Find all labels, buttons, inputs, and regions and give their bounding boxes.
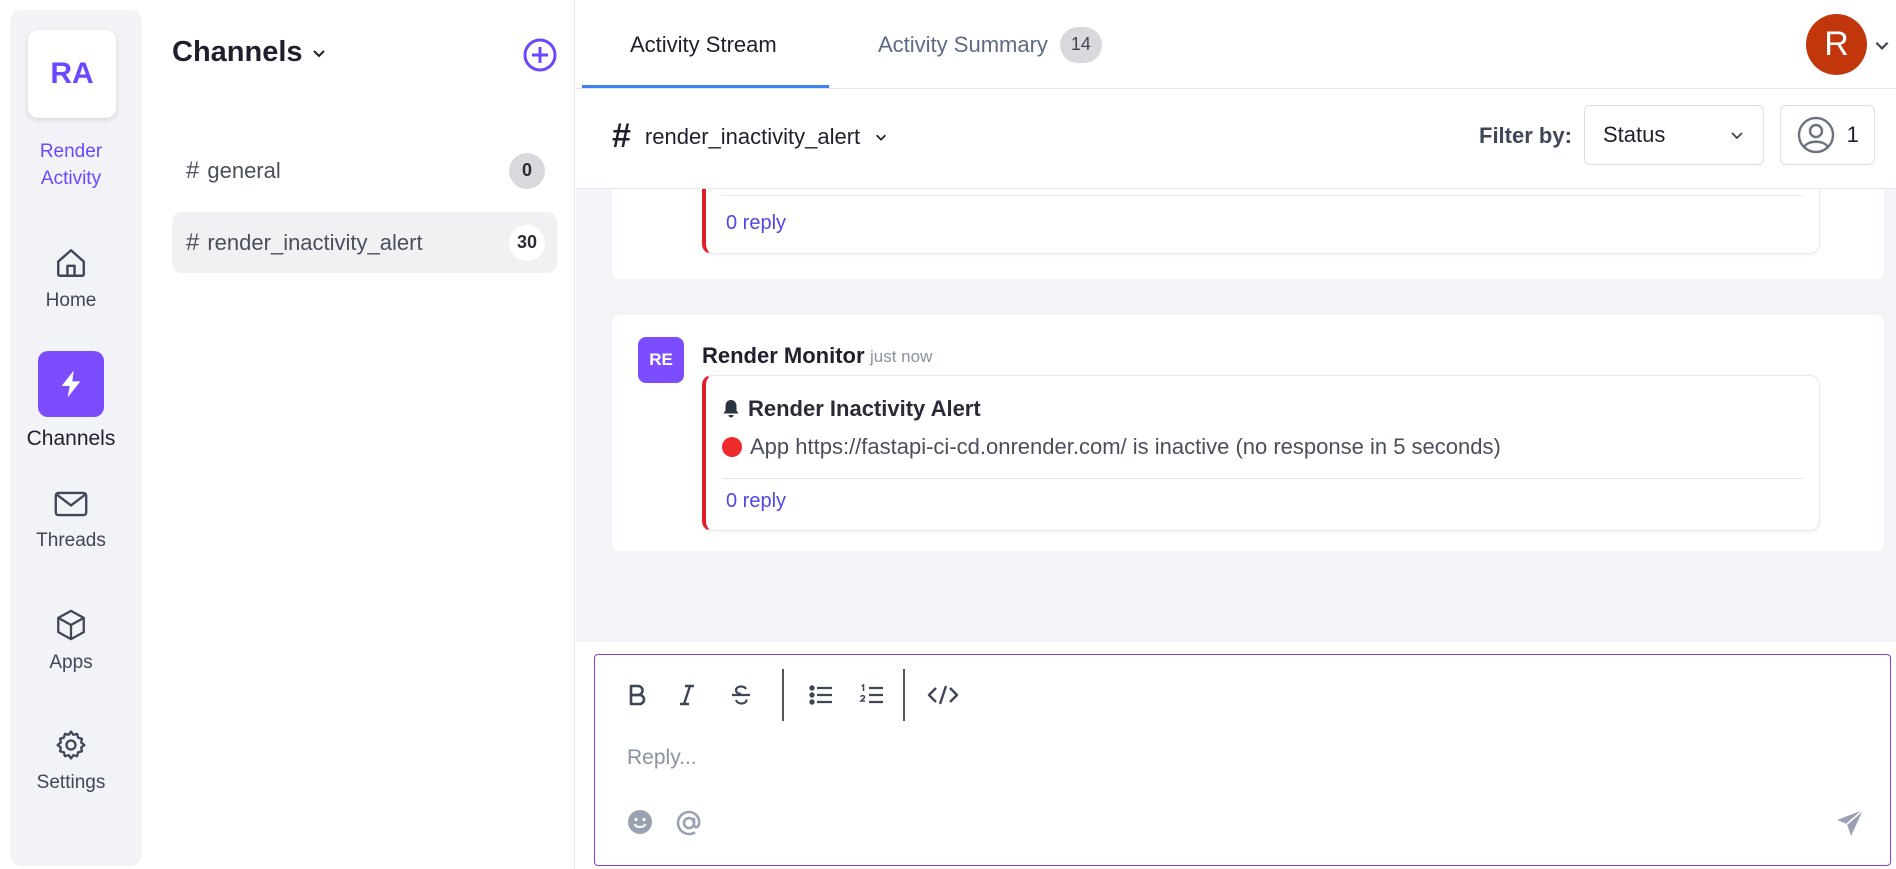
numbered-list-icon <box>859 683 883 704</box>
code-icon <box>927 685 959 705</box>
numbered-list-button[interactable] <box>854 677 890 713</box>
workspace-name: Render Activity <box>10 138 132 192</box>
mention-icon[interactable] <box>675 809 703 837</box>
bullet-list-icon <box>809 685 832 705</box>
workspace-name-line1: Render <box>39 141 103 162</box>
workspace-logo[interactable]: RA <box>28 30 116 118</box>
red-circle-icon <box>722 437 742 457</box>
mail-icon <box>54 491 88 517</box>
channels-panel: Channels # general 0 # render_inactivity… <box>142 0 575 869</box>
nav-home-label: Home <box>45 290 97 311</box>
message-card: RE Render Monitor just now Render Inacti… <box>612 315 1884 551</box>
bold-icon <box>629 684 646 706</box>
alert-title-row: Render Inactivity Alert <box>722 396 981 422</box>
channel-header: # render_inactivity_alert Filter by: Sta… <box>576 89 1896 189</box>
channel-item-render-inactivity-alert[interactable]: # render_inactivity_alert 30 <box>172 212 557 273</box>
add-channel-icon[interactable] <box>522 37 558 73</box>
current-channel-selector[interactable]: # render_inactivity_alert <box>612 117 888 156</box>
italic-button[interactable] <box>669 677 705 713</box>
strikethrough-button[interactable] <box>723 677 759 713</box>
hash-icon: # <box>612 117 631 155</box>
card-divider <box>722 478 1803 479</box>
send-icon[interactable] <box>1835 808 1865 838</box>
nav-apps-label: Apps <box>49 652 93 673</box>
hash-icon: # <box>186 228 200 256</box>
reply-count-link[interactable]: 0 reply <box>726 212 786 235</box>
bullet-list-button[interactable] <box>803 677 839 713</box>
channel-count-badge: 0 <box>509 152 545 189</box>
app-rail: RA Render Activity Home Channels Threads <box>10 10 142 866</box>
alert-card: Render Inactivity Alert App https://fast… <box>702 375 1820 531</box>
active-tab-indicator <box>582 85 829 88</box>
nav-channels-active-box <box>38 351 104 417</box>
nav-settings-label: Settings <box>36 772 106 793</box>
sender-avatar: RE <box>638 337 684 383</box>
tab-bar: Activity Stream Activity Summary 14 R <box>576 0 1896 89</box>
nav-channels-label: Channels <box>26 427 116 450</box>
alert-title: Render Inactivity Alert <box>748 396 981 421</box>
user-avatar-initial: R <box>1824 25 1849 63</box>
message-timestamp: just now <box>870 347 933 366</box>
message-card: 0 reply <box>612 189 1884 279</box>
toolbar-separator <box>903 669 905 721</box>
home-icon <box>57 249 85 277</box>
tab-activity-summary[interactable]: Activity Summary 14 <box>878 0 1102 89</box>
italic-icon <box>680 684 694 706</box>
chevron-down-icon <box>876 134 887 141</box>
activity-stream[interactable]: 0 reply RE Render Monitor just now Rende… <box>576 189 1896 642</box>
user-avatar[interactable]: R <box>1806 14 1867 75</box>
status-filter-value: Status <box>1603 122 1666 147</box>
status-filter-select[interactable]: Status <box>1584 105 1764 165</box>
tab-activity-stream[interactable]: Activity Stream <box>630 0 777 89</box>
bold-button[interactable] <box>619 677 655 713</box>
chevron-down-icon <box>1731 132 1743 140</box>
lightning-icon <box>61 370 81 398</box>
hash-icon: # <box>186 156 200 184</box>
channels-title-dropdown[interactable]: Channels <box>172 36 327 69</box>
alert-card: 0 reply <box>702 189 1820 254</box>
alert-body-row: App https://fastapi-ci-cd.onrender.com/ … <box>722 434 1501 460</box>
channel-name: general <box>207 157 281 183</box>
members-button[interactable]: 1 <box>1780 105 1875 165</box>
tab-activity-stream-label: Activity Stream <box>630 31 777 57</box>
emoji-icon[interactable] <box>627 809 653 835</box>
tab-activity-summary-label: Activity Summary <box>878 31 1048 57</box>
reply-editor <box>594 654 1891 866</box>
nav-apps[interactable]: Apps <box>10 608 132 674</box>
chevron-down-icon[interactable] <box>1873 36 1891 54</box>
nav-home[interactable]: Home <box>10 246 132 312</box>
channel-item-general[interactable]: # general 0 <box>172 140 557 201</box>
sender-initials: RE <box>649 350 673 369</box>
workspace-initials: RA <box>50 57 94 90</box>
alert-body: App https://fastapi-ci-cd.onrender.com/ … <box>750 434 1501 459</box>
summary-count-badge: 14 <box>1059 26 1102 63</box>
toolbar-separator <box>782 669 784 721</box>
nav-threads[interactable]: Threads <box>10 488 132 552</box>
cube-icon <box>57 609 85 641</box>
main-area: Activity Stream Activity Summary 14 R # … <box>576 0 1896 869</box>
nav-settings[interactable]: Settings <box>10 728 132 794</box>
user-circle-icon <box>1797 116 1835 154</box>
nav-threads-label: Threads <box>36 530 106 551</box>
reply-input[interactable] <box>625 741 1825 775</box>
chevron-down-icon <box>312 49 325 57</box>
bell-icon <box>723 400 739 418</box>
current-channel-name: render_inactivity_alert <box>644 123 861 149</box>
strikethrough-icon <box>732 685 750 705</box>
card-divider <box>722 195 1803 196</box>
members-count: 1 <box>1846 122 1859 147</box>
sender-name: Render Monitor <box>702 343 865 368</box>
channel-name: render_inactivity_alert <box>207 229 423 255</box>
channel-count-badge: 30 <box>508 224 545 261</box>
gear-icon <box>56 730 86 760</box>
workspace-name-line2: Activity <box>40 168 102 189</box>
code-block-button[interactable] <box>925 677 961 713</box>
reply-count-link[interactable]: 0 reply <box>726 490 786 513</box>
channels-title: Channels <box>172 36 303 68</box>
filter-label: Filter by: <box>1479 123 1572 148</box>
nav-channels[interactable]: Channels <box>10 351 132 451</box>
